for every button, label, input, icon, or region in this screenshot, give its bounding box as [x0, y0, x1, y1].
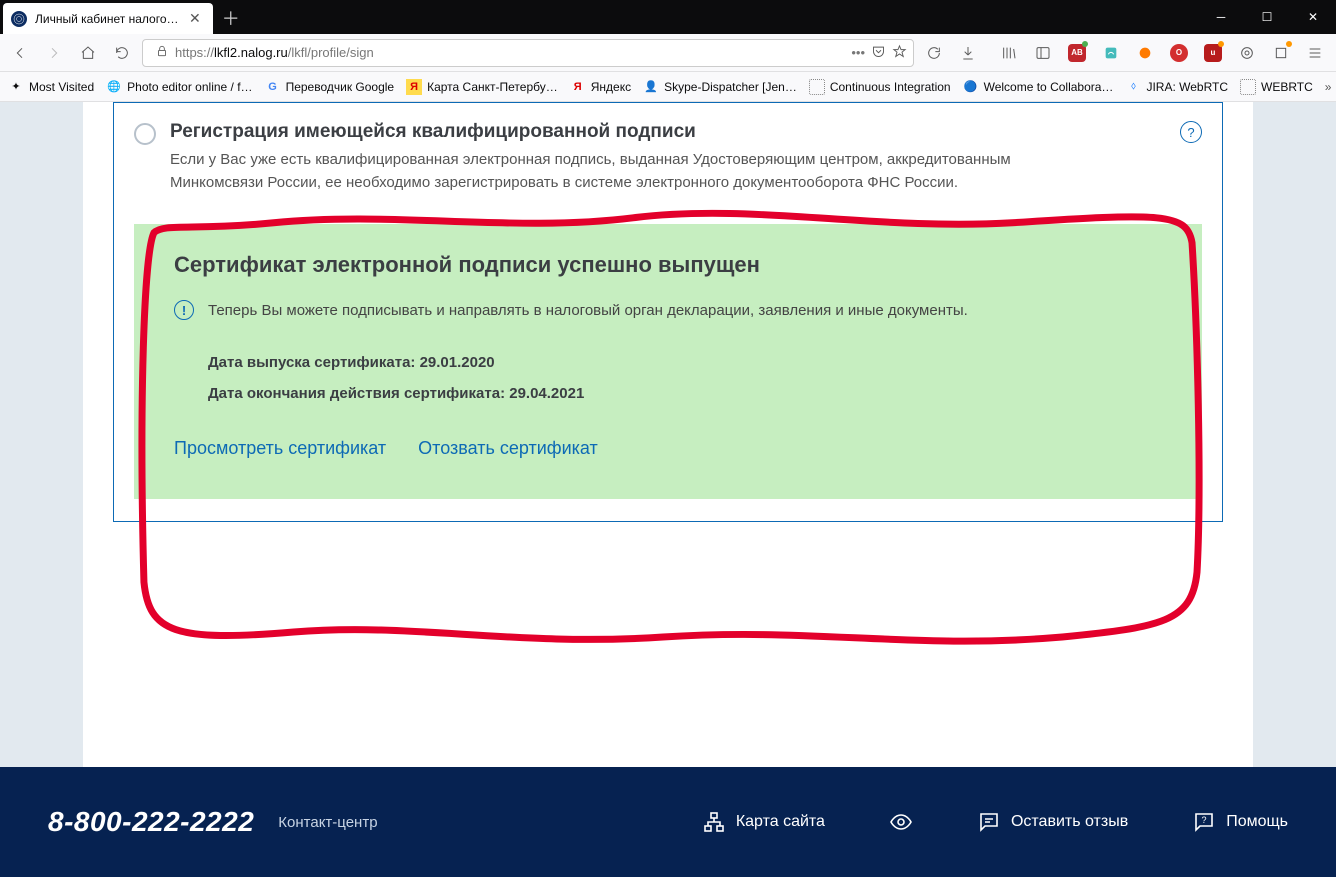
help-chat-icon: ? [1192, 810, 1216, 834]
chat-icon [977, 810, 1001, 834]
help-icon[interactable]: ? [1180, 121, 1202, 143]
bookmarks-overflow-icon[interactable]: » [1325, 80, 1332, 94]
bookmark-jira[interactable]: ⬨JIRA: WebRTC [1125, 79, 1228, 95]
expire-date: Дата окончания действия сертификата: 29.… [208, 385, 1162, 402]
success-info-text: Теперь Вы можете подписывать и направлят… [208, 302, 968, 319]
page-content: Регистрация имеющейся квалифицированной … [83, 102, 1253, 767]
url-text: https://lkfl2.nalog.ru/lkfl/profile/sign [175, 45, 845, 60]
window-controls: ─ ☐ ✕ [1198, 0, 1336, 34]
option-description: Если у Вас уже есть квалифицированная эл… [170, 149, 1090, 194]
signature-card: Регистрация имеющейся квалифицированной … [113, 102, 1223, 522]
nav-back-button[interactable] [6, 39, 34, 67]
footer-phone: 8-800-222-2222 [48, 806, 254, 838]
address-bar[interactable]: https://lkfl2.nalog.ru/lkfl/profile/sign… [142, 39, 914, 67]
info-icon: ! [174, 300, 194, 320]
library-icon[interactable] [994, 39, 1024, 67]
view-certificate-link[interactable]: Просмотреть сертификат [174, 438, 386, 459]
register-existing-option[interactable]: Регистрация имеющейся квалифицированной … [134, 121, 1202, 194]
certificate-actions: Просмотреть сертификат Отозвать сертифик… [174, 438, 1162, 459]
issue-date: Дата выпуска сертификата: 29.01.2020 [208, 354, 1162, 371]
ublock-icon[interactable]: u [1198, 39, 1228, 67]
lock-icon [155, 44, 169, 61]
window-minimize-button[interactable]: ─ [1198, 0, 1244, 34]
bookmark-collabora[interactable]: 🔵Welcome to Collabora… [963, 79, 1114, 95]
address-actions: ••• [851, 44, 907, 62]
bookmark-yandex[interactable]: ЯЯндекс [570, 79, 631, 95]
footer-view-link[interactable] [889, 810, 913, 834]
pocket-icon[interactable] [871, 44, 886, 62]
window-close-button[interactable]: ✕ [1290, 0, 1336, 34]
browser-navbar: https://lkfl2.nalog.ru/lkfl/profile/sign… [0, 34, 1336, 72]
nav-refresh2-button[interactable] [920, 39, 948, 67]
bookmark-ci[interactable]: Continuous Integration [809, 79, 951, 95]
bookmark-google-translate[interactable]: GПереводчик Google [265, 79, 395, 95]
nav-home-button[interactable] [74, 39, 102, 67]
success-panel: Сертификат электронной подписи успешно в… [134, 224, 1202, 499]
tab-strip: Личный кабинет налогоплате ✕ ＋ [0, 0, 245, 34]
option-title: Регистрация имеющейся квалифицированной … [170, 121, 1166, 143]
site-footer: 8-800-222-2222 Контакт-центр Карта сайта… [0, 767, 1336, 877]
sitemap-icon [702, 810, 726, 834]
downloads-button[interactable] [954, 39, 982, 67]
success-info-row: ! Теперь Вы можете подписывать и направл… [174, 300, 1162, 320]
opera-icon[interactable]: O [1164, 39, 1194, 67]
foxyproxy-icon[interactable] [1130, 39, 1160, 67]
toolbar-extensions: AB O u [988, 39, 1330, 67]
success-title: Сертификат электронной подписи успешно в… [174, 252, 1162, 278]
tab-favicon [11, 11, 27, 27]
tab-close-button[interactable]: ✕ [185, 10, 205, 27]
eye-icon [889, 810, 913, 834]
nav-reload-button[interactable] [108, 39, 136, 67]
bookmark-photo-editor[interactable]: 🌐Photo editor online / f… [106, 79, 252, 95]
revoke-certificate-link[interactable]: Отозвать сертификат [418, 438, 598, 459]
browser-tab[interactable]: Личный кабинет налогоплате ✕ [3, 3, 213, 34]
bookmark-skype[interactable]: 👤Skype-Dispatcher [Jen… [643, 79, 797, 95]
menu-icon[interactable] [1300, 39, 1330, 67]
certificate-dates: Дата выпуска сертификата: 29.01.2020 Дат… [208, 354, 1162, 402]
window-titlebar: Личный кабинет налогоплате ✕ ＋ ─ ☐ ✕ [0, 0, 1336, 34]
sidebar-icon[interactable] [1028, 39, 1058, 67]
bookmark-spb-map[interactable]: ЯКарта Санкт-Петербу… [406, 79, 558, 95]
bookmark-most-visited[interactable]: ✦Most Visited [8, 79, 94, 95]
footer-sitemap-link[interactable]: Карта сайта [702, 810, 825, 834]
bookmark-webrtc[interactable]: WEBRTC [1240, 79, 1313, 95]
footer-help-link[interactable]: ? Помощь [1192, 810, 1288, 834]
nav-forward-button[interactable] [40, 39, 68, 67]
window-maximize-button[interactable]: ☐ [1244, 0, 1290, 34]
bookmarks-bar: ✦Most Visited 🌐Photo editor online / f… … [0, 72, 1336, 102]
page-viewport: Регистрация имеющейся квалифицированной … [0, 102, 1336, 877]
svg-text:?: ? [1202, 815, 1207, 825]
devtools-icon[interactable] [1232, 39, 1262, 67]
reader-icon[interactable]: ••• [851, 45, 865, 60]
radio-unselected-icon[interactable] [134, 123, 156, 145]
new-tab-button[interactable]: ＋ [217, 4, 245, 32]
stylus-icon[interactable] [1096, 39, 1126, 67]
footer-contact-label: Контакт-центр [278, 814, 377, 831]
puzzle-icon[interactable] [1266, 39, 1296, 67]
adblock-icon[interactable]: AB [1062, 39, 1092, 67]
footer-feedback-link[interactable]: Оставить отзыв [977, 810, 1128, 834]
bookmark-star-icon[interactable] [892, 44, 907, 62]
tab-title: Личный кабинет налогоплате [35, 12, 185, 26]
